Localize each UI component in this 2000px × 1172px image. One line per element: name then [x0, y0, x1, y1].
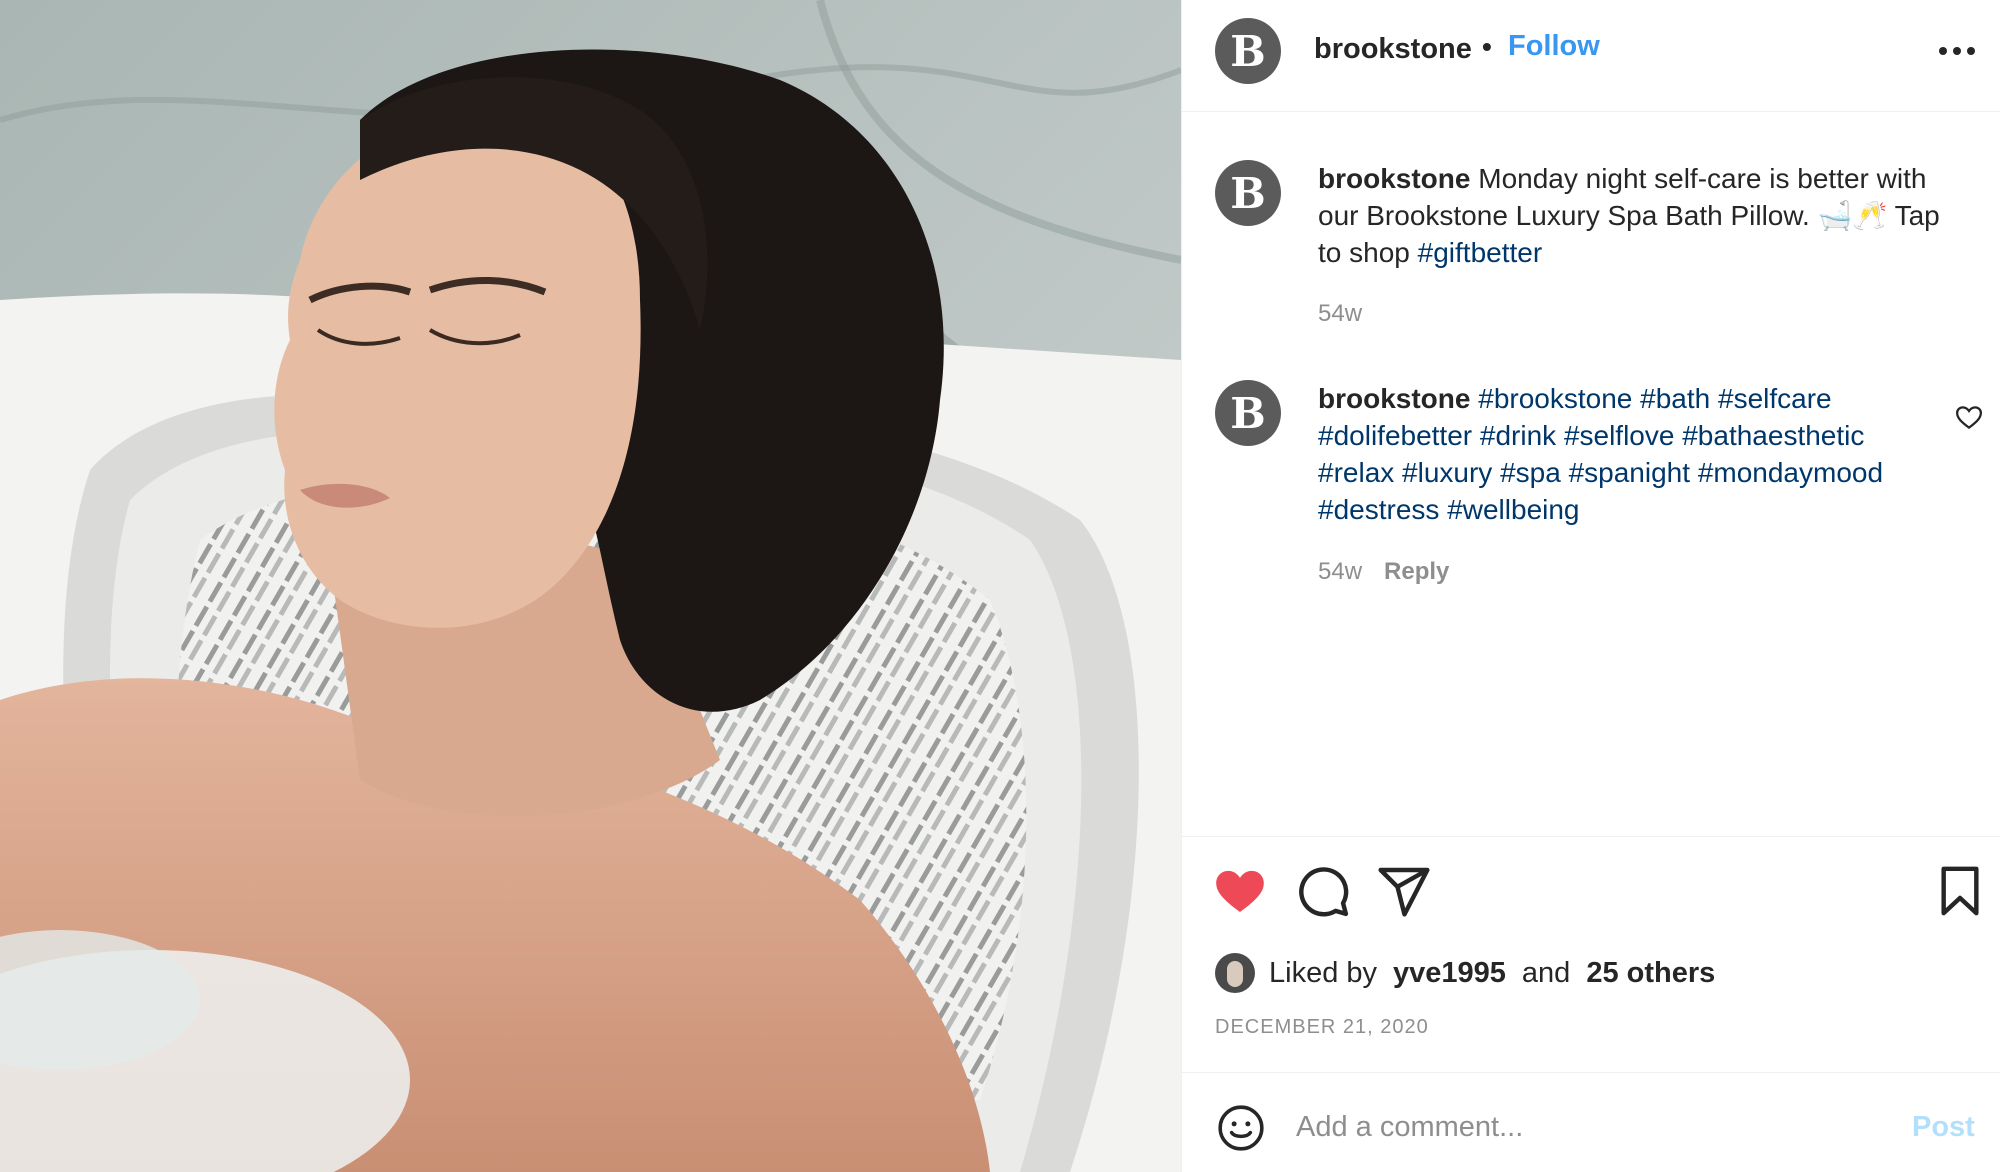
- hashtag-link[interactable]: #spanight: [1569, 457, 1690, 488]
- photo-illustration: [0, 0, 1181, 1172]
- avatar[interactable]: B: [1215, 380, 1281, 446]
- hashtag-link[interactable]: #dolifebetter: [1318, 420, 1472, 451]
- hashtag-link[interactable]: #drink: [1480, 420, 1556, 451]
- caption-username[interactable]: brookstone: [1318, 163, 1470, 194]
- caption-text: brookstone Monday night self-care is bet…: [1318, 160, 1948, 271]
- liker-username[interactable]: yve1995: [1393, 957, 1506, 990]
- heart-filled-icon[interactable]: [1212, 863, 1268, 919]
- avatar[interactable]: B: [1215, 18, 1281, 84]
- post-photo[interactable]: [0, 0, 1181, 1172]
- hashtag-link[interactable]: #bath: [1640, 383, 1710, 414]
- liked-by-summary: Liked by yve1995 and 25 others: [1215, 952, 1715, 994]
- smiley-icon[interactable]: [1216, 1103, 1266, 1153]
- hashtag-link[interactable]: #destress: [1318, 494, 1439, 525]
- hashtag-link[interactable]: #mondaymood: [1698, 457, 1883, 488]
- hashtag-link[interactable]: #brookstone: [1478, 383, 1632, 414]
- likes-joiner: and: [1521, 956, 1571, 989]
- reply-button[interactable]: Reply: [1384, 558, 1449, 585]
- comment-input[interactable]: [1296, 1099, 1856, 1155]
- post-comment-button[interactable]: Post: [1912, 1111, 1975, 1144]
- post-details-panel: B brookstone • Follow B brookstone Monda…: [1181, 0, 2000, 1172]
- share-icon[interactable]: [1376, 863, 1432, 919]
- likes-others-link[interactable]: 25 others: [1586, 957, 1715, 990]
- avatar[interactable]: B: [1215, 160, 1281, 226]
- hashtag-link[interactable]: #selfcare: [1718, 383, 1832, 414]
- comment-icon[interactable]: [1295, 863, 1351, 919]
- hashtag-link[interactable]: #wellbeing: [1447, 494, 1579, 525]
- comment-username[interactable]: brookstone: [1318, 383, 1470, 414]
- comment-text: brookstone #brookstone #bath #selfcare #…: [1318, 380, 1948, 528]
- action-bar: [1182, 836, 2000, 940]
- heart-outline-icon[interactable]: [1954, 402, 1984, 432]
- add-comment-bar: Post: [1182, 1072, 2000, 1172]
- liker-avatar[interactable]: [1215, 953, 1255, 993]
- hashtag-link[interactable]: #relax: [1318, 457, 1394, 488]
- hashtag-link[interactable]: #selflove: [1564, 420, 1675, 451]
- hashtag-link[interactable]: #luxury: [1402, 457, 1492, 488]
- comment-meta: 54w Reply: [1318, 558, 1449, 586]
- more-horizontal-icon[interactable]: [1932, 26, 1982, 76]
- likes-prefix: Liked by: [1269, 956, 1378, 989]
- hashtag-link[interactable]: #spa: [1500, 457, 1561, 488]
- post-date[interactable]: DECEMBER 21, 2020: [1215, 1016, 1429, 1039]
- follow-button[interactable]: Follow: [1508, 30, 1600, 63]
- post-author-username[interactable]: brookstone: [1314, 33, 1472, 66]
- post-header: B brookstone • Follow: [1182, 0, 2000, 112]
- caption-timestamp[interactable]: 54w: [1318, 300, 1362, 328]
- comment-timestamp[interactable]: 54w: [1318, 558, 1362, 585]
- hashtag-link[interactable]: #giftbetter: [1418, 237, 1543, 268]
- hashtag-link[interactable]: #bathaesthetic: [1682, 420, 1864, 451]
- bookmark-icon[interactable]: [1932, 863, 1988, 919]
- separator-dot: •: [1482, 31, 1492, 62]
